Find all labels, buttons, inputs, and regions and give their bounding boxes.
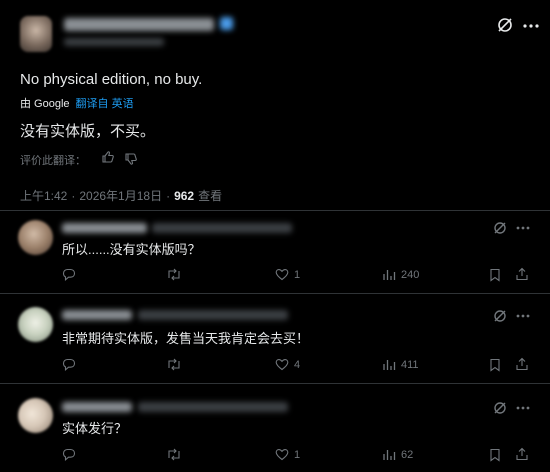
- repost-icon: [168, 448, 180, 461]
- divider: [0, 383, 550, 384]
- views-icon: [383, 450, 396, 460]
- repost-icon: [168, 358, 180, 371]
- reply-avatar[interactable]: [18, 398, 53, 433]
- post-date[interactable]: 2026年1月18日: [79, 187, 162, 204]
- more-icon[interactable]: [523, 24, 539, 28]
- views-count: 962: [174, 188, 195, 203]
- translation-attribution: 由 Google 翻译自 英语: [20, 95, 134, 111]
- grok-icon[interactable]: [493, 221, 507, 235]
- repost-button[interactable]: [166, 268, 182, 281]
- verified-badge-icon: [220, 17, 233, 30]
- heart-icon: [275, 269, 289, 281]
- reply-author-handle[interactable]: [138, 402, 288, 412]
- reply-button[interactable]: [62, 268, 76, 281]
- grok-icon[interactable]: [493, 309, 507, 323]
- reply-author-handle[interactable]: [152, 223, 292, 233]
- heart-icon: [275, 449, 289, 461]
- share-icon: [516, 447, 528, 461]
- reply-button[interactable]: [62, 358, 76, 371]
- share-icon: [516, 267, 528, 281]
- post-original-text: No physical edition, no buy.: [20, 71, 203, 88]
- author-avatar[interactable]: [20, 16, 52, 52]
- share-button[interactable]: [515, 357, 529, 371]
- like-button[interactable]: 1: [275, 448, 300, 461]
- divider: [0, 293, 550, 294]
- author-name[interactable]: [64, 18, 214, 31]
- more-icon[interactable]: [516, 314, 530, 318]
- like-count: 4: [294, 358, 301, 371]
- post-time[interactable]: 上午1:42: [20, 187, 67, 204]
- views-button[interactable]: 240: [382, 268, 419, 281]
- like-button[interactable]: 1: [275, 268, 300, 281]
- views-label: 查看: [198, 189, 223, 203]
- reply-avatar[interactable]: [18, 307, 53, 342]
- views-button[interactable]: 411: [382, 358, 419, 371]
- heart-icon: [275, 359, 289, 371]
- divider: [0, 210, 550, 211]
- reply-author-name[interactable]: [62, 223, 147, 233]
- bookmark-icon: [490, 448, 500, 462]
- grok-icon[interactable]: [497, 17, 513, 33]
- post-meta: 上午1:42 · 2026年1月18日 · 962 查看: [20, 187, 223, 204]
- views-count: 240: [401, 268, 420, 281]
- bookmark-icon: [490, 268, 500, 282]
- views-icon: [383, 360, 396, 370]
- reply-avatar[interactable]: [18, 220, 53, 255]
- bookmark-button[interactable]: [489, 268, 501, 282]
- rate-translation-label: 评价此翻译：: [20, 155, 86, 167]
- like-count: 1: [294, 448, 301, 461]
- like-button[interactable]: 4: [275, 358, 300, 371]
- share-button[interactable]: [515, 447, 529, 461]
- reply-text: 非常期待实体版，发售当天我肯定会去买！: [62, 331, 310, 346]
- views-button[interactable]: 62: [382, 448, 413, 461]
- repost-button[interactable]: [166, 448, 182, 461]
- more-icon[interactable]: [516, 226, 530, 230]
- reply-icon: [62, 358, 76, 371]
- views-icon: [383, 270, 396, 280]
- reply-author-name[interactable]: [62, 310, 132, 320]
- reply-text: 所以......没有实体版吗？: [62, 242, 201, 257]
- reply-text: 实体发行？: [62, 421, 128, 436]
- share-icon: [516, 357, 528, 371]
- bookmark-button[interactable]: [489, 358, 501, 372]
- views-count: 62: [401, 448, 414, 461]
- repost-icon: [168, 268, 180, 281]
- bookmark-icon: [490, 358, 500, 372]
- translated-by-label: 由 Google: [20, 98, 70, 110]
- reply-icon: [62, 268, 76, 281]
- translated-from-link[interactable]: 翻译自 英语: [76, 95, 134, 111]
- like-count: 1: [294, 268, 301, 281]
- reply-author-name[interactable]: [62, 402, 132, 412]
- reply-author-handle[interactable]: [138, 310, 288, 320]
- thumbs-up-icon[interactable]: [101, 150, 115, 164]
- views-count: 411: [401, 358, 419, 371]
- bookmark-button[interactable]: [489, 448, 501, 462]
- more-icon[interactable]: [516, 406, 530, 410]
- reply-icon: [62, 448, 76, 461]
- thumbs-down-icon[interactable]: [124, 152, 138, 166]
- author-handle[interactable]: [64, 38, 164, 46]
- post-translated-text: 没有实体版，不买。: [20, 123, 156, 140]
- repost-button[interactable]: [166, 358, 182, 371]
- share-button[interactable]: [515, 267, 529, 281]
- reply-button[interactable]: [62, 448, 76, 461]
- grok-icon[interactable]: [493, 401, 507, 415]
